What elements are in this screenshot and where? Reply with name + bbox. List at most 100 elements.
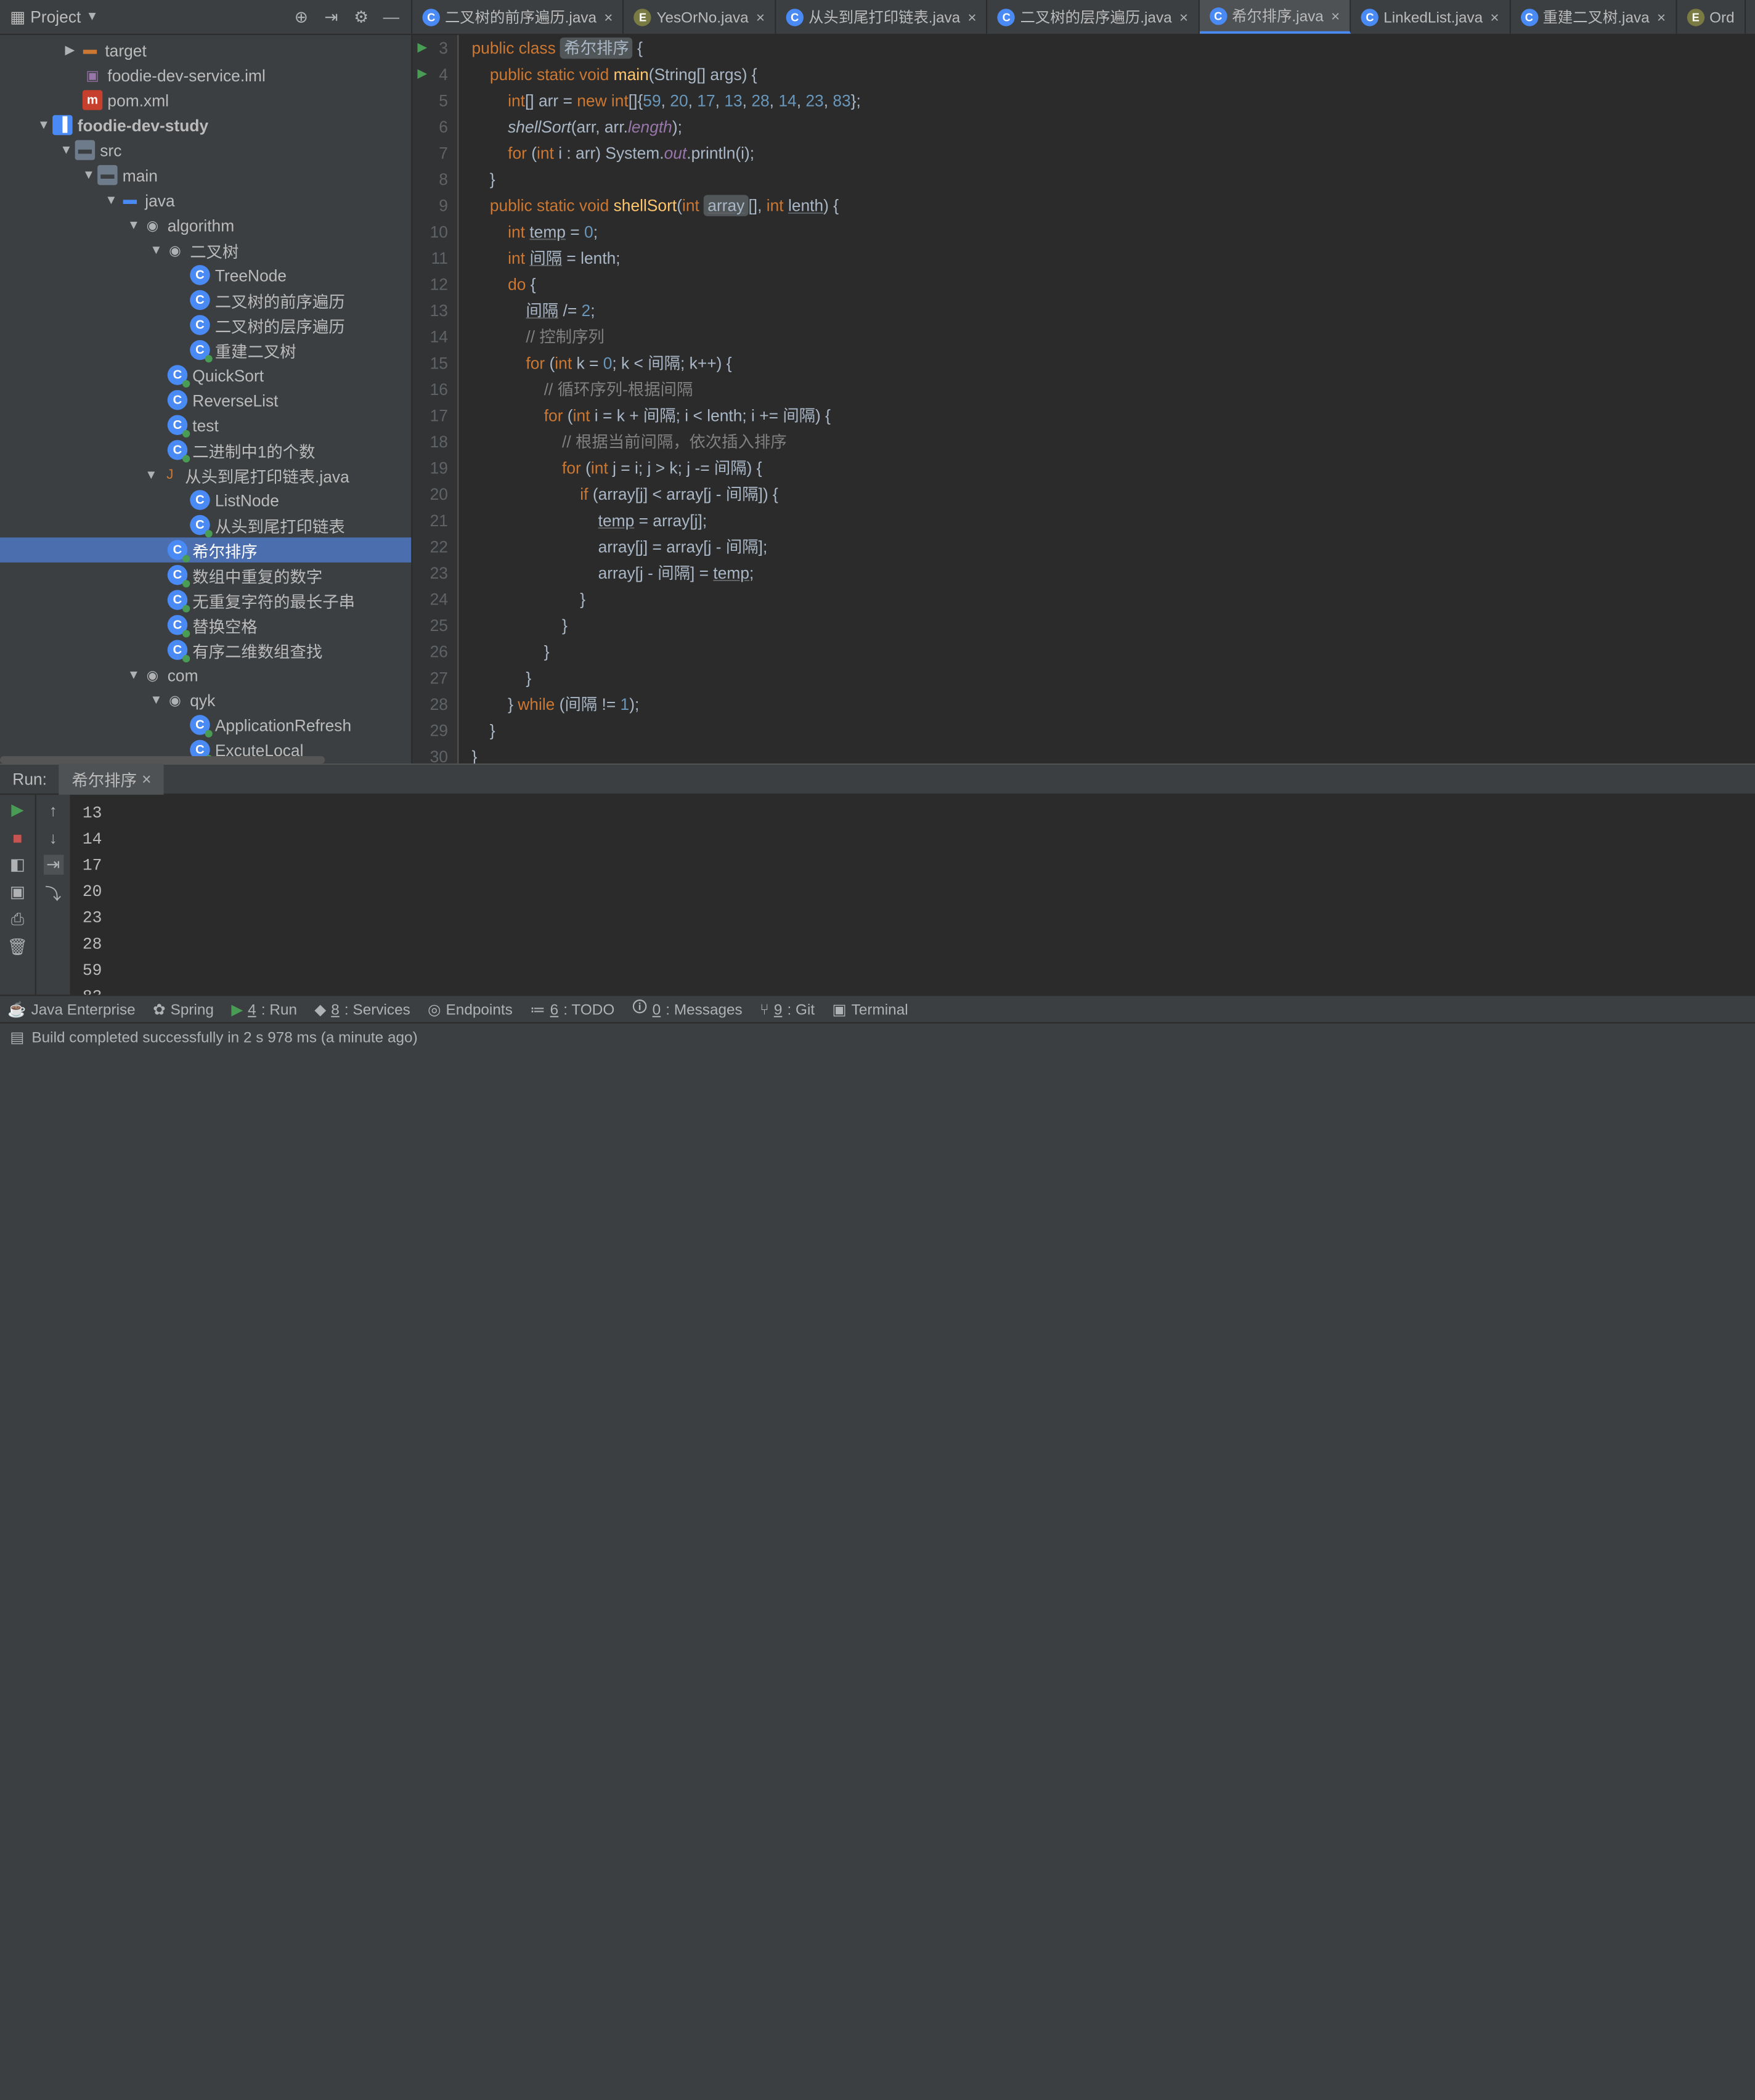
file-icon: C [1210,7,1227,24]
tree-item-pom[interactable]: mpom.xml [0,88,411,113]
up-icon[interactable]: ↑ [43,800,63,820]
tree-item-youxu[interactable]: C有序二维数组查找 [0,637,411,662]
tree-item-apprefresh[interactable]: CApplicationRefresh [0,712,411,738]
file-icon: C [786,8,804,25]
close-icon[interactable]: × [756,8,765,25]
terminal-tab[interactable]: ▣ Terminal [833,1000,908,1017]
close-icon[interactable]: × [967,8,976,25]
gear-icon[interactable]: ⚙ [351,7,371,26]
run-toolbar-left-2: ↑ ↓ ⇥ ⤵ [35,795,70,1015]
editor-tab[interactable]: C 重建二叉树.java × [1510,0,1677,34]
tab-label: Ord [1709,8,1735,25]
file-icon: C [998,8,1015,25]
java-enterprise-tab[interactable]: ☕ Java Enterprise [7,1000,136,1017]
editor-tab[interactable]: C LinkedList.java × [1351,0,1510,34]
run-output[interactable]: 13 14 17 20 23 28 59 83 [70,795,1755,1015]
project-tool-header: ▦ Project ▼ ⊕ ⇥ ⚙ — [0,0,411,35]
editor-tab[interactable]: C 二叉树的前序遍历.java × [412,0,624,34]
tree-item-algorithm[interactable]: ◉algorithm [0,213,411,238]
pin-icon[interactable]: ⎙ [7,910,27,929]
file-icon: C [1361,8,1378,25]
tree-item-erjin[interactable]: C二进制中1的个数 [0,437,411,463]
tree-item-wuchong[interactable]: C无重复字符的最长子串 [0,587,411,612]
locate-icon[interactable]: ⊕ [291,7,311,26]
collapse-icon[interactable]: ⇥ [321,7,341,26]
tree-item-reverselist[interactable]: CReverseList [0,388,411,413]
tree-item-tihuan[interactable]: C替换空格 [0,612,411,638]
services-tab[interactable]: ◆ 8: Services [314,1000,410,1017]
scrollbar-horizontal[interactable] [0,756,325,763]
tree-item-iml[interactable]: ▣foodie-dev-service.iml [0,62,411,88]
tree-item-target[interactable]: ▬target [0,38,411,63]
tree-item-cengxu[interactable]: C二叉树的层序遍历 [0,312,411,338]
layout-icon[interactable]: ▣ [7,882,27,902]
status-bar: ▤ Build completed successfully in 2 s 97… [0,1022,1755,1050]
todo-tab[interactable]: ≔ 6: TODO [530,1000,614,1017]
wrap-icon[interactable]: ⇥ [43,855,63,874]
stop-icon[interactable]: ■ [7,828,27,847]
file-icon: E [1687,8,1704,25]
editor-tab[interactable]: E YesOrNo.java × [624,0,776,34]
tree-item-src[interactable]: ▬src [0,137,411,163]
tree-item-com[interactable]: ◉com [0,662,411,688]
close-icon[interactable]: × [1179,8,1188,25]
chevron-down-icon[interactable]: ▼ [86,10,98,23]
editor-tabs: C二叉树的前序遍历.java×EYesOrNo.java×C从头到尾打印链表.j… [412,0,1755,35]
close-icon[interactable]: × [1490,8,1499,25]
hide-icon[interactable]: — [381,7,401,26]
tree-item-main[interactable]: ▬main [0,163,411,188]
run-panel-header: Run: 希尔排序 × ⚙ — [0,765,1755,795]
tree-item-ecs[interactable]: ◉二叉树 [0,237,411,262]
dump-icon[interactable]: ◧ [7,855,27,874]
tree-item-chongjian[interactable]: C重建二叉树 [0,338,411,363]
editor-tab[interactable]: E Ord [1677,0,1746,34]
run-tab[interactable]: ▶ 4: Run [231,1000,297,1017]
tree-item-qianxu[interactable]: C二叉树的前序遍历 [0,287,411,312]
editor-tab[interactable]: C从头到尾打印链表.java× [776,0,987,34]
editor-tab[interactable]: C 二叉树的层序遍历.java × [988,0,1199,34]
status-icon[interactable]: ▤ [10,1028,24,1045]
tree-item-linklist[interactable]: C从头到尾打印链表 [0,512,411,537]
run-config-tab[interactable]: 希尔排序 × [59,763,164,795]
tab-label: 二叉树的前序遍历.java [445,6,597,27]
file-icon: C [422,8,439,25]
git-tab[interactable]: ⑂ 9: Git [760,1000,815,1017]
tree-item-test[interactable]: Ctest [0,412,411,437]
tab-label: LinkedList.java [1383,8,1483,25]
run-title: Run: [0,770,59,788]
close-icon[interactable]: × [1657,8,1666,25]
tab-label: 重建二叉树.java [1543,6,1650,27]
messages-tab[interactable]: 🛈 0: Messages [632,996,743,1022]
tree-item-listnode[interactable]: CListNode [0,487,411,513]
close-icon[interactable]: × [1331,7,1340,24]
tree-item-treenode[interactable]: CTreeNode [0,262,411,288]
project-title: Project [30,7,81,26]
tree-item-study[interactable]: ▐foodie-dev-study [0,113,411,138]
gutter: ▶3▶4567891011121314151617181920212223242… [412,35,458,763]
close-icon[interactable]: × [604,8,613,25]
bottom-tool-tabs: ☕ Java Enterprise ✿ Spring ▶ 4: Run ◆ 8:… [0,995,1755,1022]
file-icon: C [1520,8,1537,25]
code-editor[interactable]: public class 希尔排序 { public static void m… [458,35,1755,763]
tree-item-java[interactable]: ▬java [0,187,411,213]
tree-item-qyk[interactable]: ◉qyk [0,687,411,712]
tree-item-linklist-java[interactable]: J从头到尾打印链表.java [0,462,411,487]
close-icon[interactable]: × [142,770,151,788]
tab-label: YesOrNo.java [656,8,748,25]
tab-label: 希尔排序.java [1232,5,1324,26]
spring-tab[interactable]: ✿ Spring [153,1000,214,1017]
down-icon[interactable]: ↓ [43,828,63,847]
scroll-icon[interactable]: ⤵ [43,882,63,902]
tree-item-quicksort[interactable]: CQuickSort [0,362,411,388]
status-message: Build completed successfully in 2 s 978 … [31,1028,417,1045]
tree-item-xier[interactable]: C希尔排序 [0,537,411,563]
project-icon: ▦ [10,7,25,26]
editor-tab[interactable]: C 希尔排序.java × [1199,0,1351,34]
file-icon: E [634,8,651,25]
tree-item-shuzuchong[interactable]: C数组中重复的数字 [0,563,411,588]
tab-label: 二叉树的层序遍历.java [1020,6,1172,27]
endpoints-tab[interactable]: ◎ Endpoints [428,1000,513,1017]
rerun-icon[interactable]: ▶ [7,800,27,820]
project-tree[interactable]: ▬target ▣foodie-dev-service.iml mpom.xml… [0,35,411,763]
trash-icon[interactable]: 🗑 [7,937,27,957]
